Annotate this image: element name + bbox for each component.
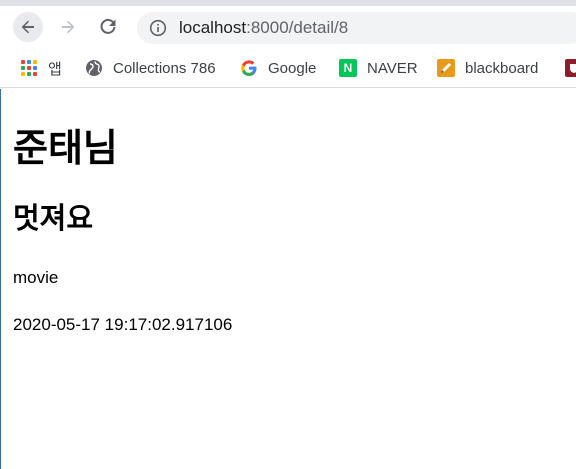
reload-icon bbox=[100, 18, 116, 34]
url-host: localhost bbox=[179, 18, 247, 37]
bookmark-blackboard[interactable]: blackboard bbox=[437, 57, 538, 79]
forward-button[interactable] bbox=[53, 12, 83, 42]
bookmark-label: Google bbox=[268, 59, 317, 77]
crest-icon bbox=[565, 59, 576, 77]
address-bar[interactable]: localhost:8000/detail/8 bbox=[137, 12, 576, 44]
browser-toolbar: localhost:8000/detail/8 bbox=[0, 6, 576, 50]
bookmark-apps[interactable]: 앱 bbox=[20, 57, 62, 79]
bookmark-label: 앱 bbox=[48, 60, 62, 78]
page-content: 준태님 멋져요 movie 2020-05-17 19:17:02.917106 bbox=[0, 89, 576, 469]
info-icon[interactable] bbox=[149, 19, 167, 37]
bookmark-google[interactable]: Google bbox=[240, 57, 316, 79]
bookmark-overflow[interactable] bbox=[565, 57, 576, 79]
back-arrow-icon bbox=[21, 20, 34, 34]
bookmark-label: NAVER bbox=[367, 59, 418, 77]
bookmarks-bar: 앱 Collections 786 Google N NAVER blackbo… bbox=[0, 50, 576, 88]
back-button[interactable] bbox=[13, 12, 43, 42]
blackboard-pencil-icon bbox=[437, 59, 455, 77]
page-subtitle: 멋져요 bbox=[13, 203, 94, 235]
forward-arrow-icon bbox=[62, 20, 75, 34]
category-text: movie bbox=[13, 268, 59, 287]
naver-n-icon: N bbox=[339, 59, 357, 77]
bookmark-collections[interactable]: Collections 786 bbox=[85, 57, 216, 79]
url-path: :8000/detail/8 bbox=[246, 18, 349, 37]
page-title: 준태님 bbox=[13, 128, 118, 170]
reload-button[interactable] bbox=[93, 12, 123, 42]
google-g-icon bbox=[240, 59, 258, 77]
url-text[interactable]: localhost:8000/detail/8 bbox=[179, 18, 348, 38]
timestamp-text: 2020-05-17 19:17:02.917106 bbox=[13, 315, 233, 334]
apps-grid-icon bbox=[20, 59, 38, 77]
globe-icon bbox=[85, 59, 103, 77]
bookmark-label: Collections 786 bbox=[113, 59, 216, 77]
bookmark-naver[interactable]: N NAVER bbox=[339, 57, 418, 79]
bookmark-label: blackboard bbox=[465, 59, 539, 77]
